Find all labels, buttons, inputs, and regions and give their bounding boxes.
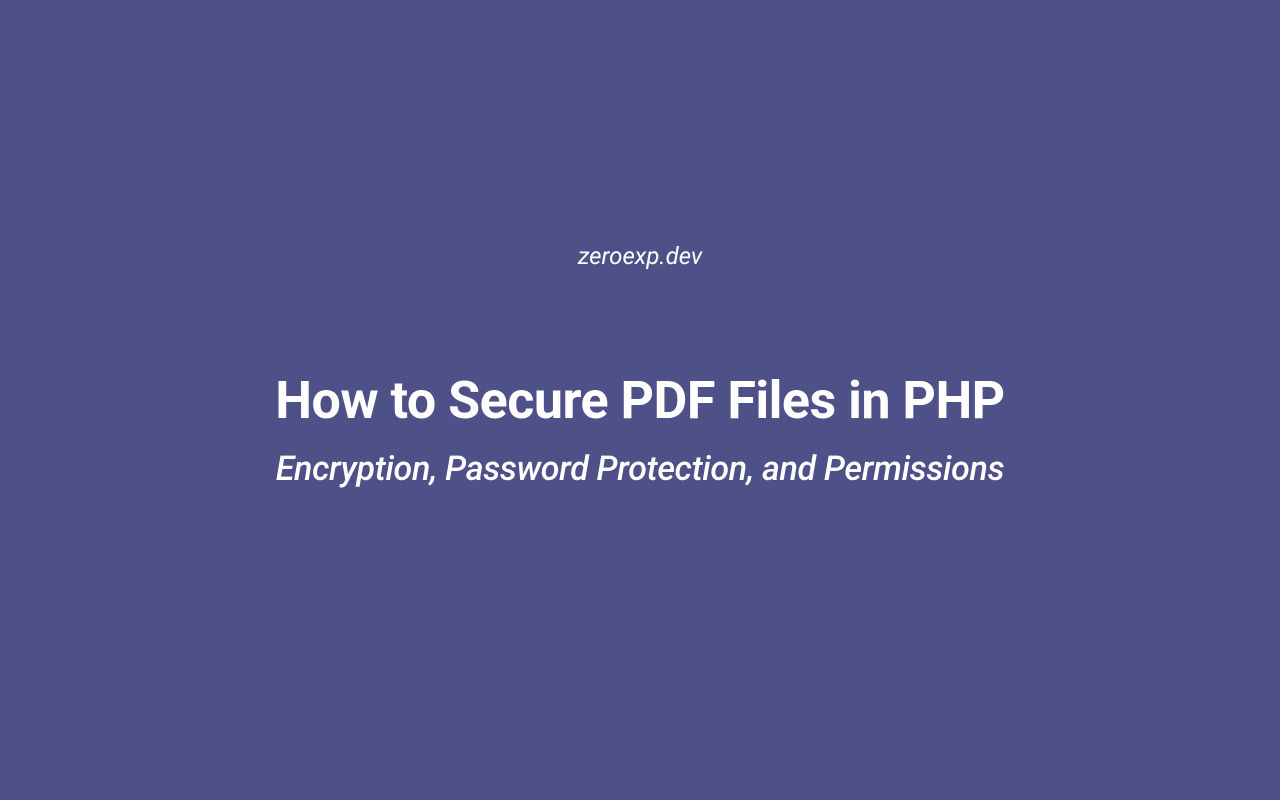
site-name: zeroexp.dev <box>578 242 702 270</box>
page-subtitle: Encryption, Password Protection, and Per… <box>276 449 1005 489</box>
content-container: zeroexp.dev How to Secure PDF Files in P… <box>275 242 1004 489</box>
page-title: How to Secure PDF Files in PHP <box>275 370 1004 431</box>
